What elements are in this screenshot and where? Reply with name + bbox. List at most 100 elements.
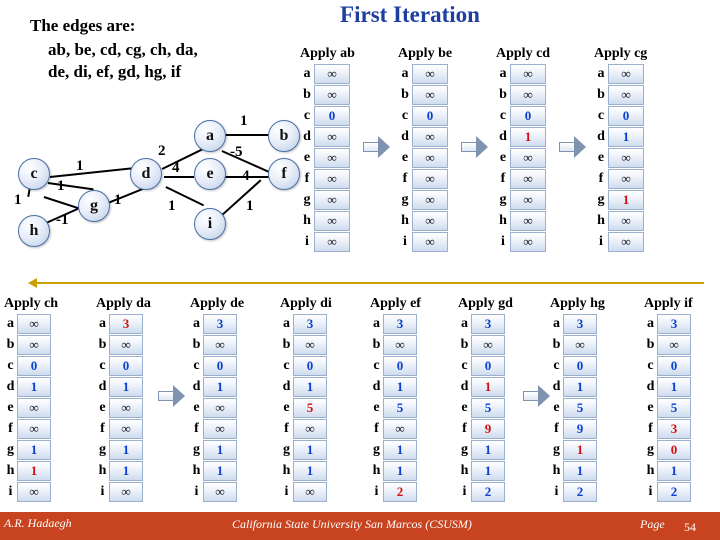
table-row: f ∞ xyxy=(496,168,550,189)
table-row: b ∞ xyxy=(280,334,332,355)
table-cell: ∞ xyxy=(608,147,644,168)
graph-node-label: i xyxy=(207,215,213,232)
table-cell: 5 xyxy=(471,397,505,418)
table-row: h1 xyxy=(550,460,605,481)
table-cell: 3 xyxy=(563,313,597,334)
table-row: a3 xyxy=(96,313,151,334)
table-cell: ∞ xyxy=(510,147,546,168)
table-cell: ∞ xyxy=(563,334,597,355)
row-label: d xyxy=(282,378,291,394)
row-label: g xyxy=(401,191,409,207)
table-cell: 1 xyxy=(608,126,644,147)
table-row: h ∞ xyxy=(496,210,550,231)
row-label: e xyxy=(461,399,468,415)
table-cell: ∞ xyxy=(109,397,143,418)
graph-node-label: a xyxy=(206,127,214,144)
row-label: i xyxy=(305,233,309,249)
table-cell: 1 xyxy=(293,376,327,397)
table-cell: ∞ xyxy=(412,147,448,168)
table-caption: Apply ch xyxy=(4,296,59,311)
table-apply-ch: Apply ch a ∞ b ∞ c0 d1 e ∞ f ∞ g1 h1 i ∞ xyxy=(4,296,58,502)
table-cell: ∞ xyxy=(17,418,51,439)
table-cell: 1 xyxy=(293,460,327,481)
table-cell: 1 xyxy=(471,376,505,397)
row-label: g xyxy=(99,441,106,457)
table-row: e5 xyxy=(458,397,513,418)
table-cell: 5 xyxy=(293,397,327,418)
table-apply-gd: Apply gd a3 b ∞ c0 d1 e5 f9 g1 h1 i2 xyxy=(458,296,513,502)
table-row: c0 xyxy=(594,105,647,126)
table-row: h1 xyxy=(370,460,421,481)
table-apply-hg: Apply hg a3 b ∞ c0 d1 e5 f9 g1 h1 i2 xyxy=(550,296,605,502)
table-row: c0 xyxy=(4,355,58,376)
edge-weight-ch: 1 xyxy=(57,178,65,194)
row-label: d xyxy=(499,128,507,144)
table-cell: ∞ xyxy=(383,418,417,439)
table-row: e5 xyxy=(644,397,693,418)
row-label: e xyxy=(401,149,409,165)
row-label: f xyxy=(402,170,408,186)
table-cell: 5 xyxy=(657,397,691,418)
row-label: b xyxy=(460,336,469,352)
table-cell: 9 xyxy=(563,418,597,439)
table-cell: ∞ xyxy=(203,334,237,355)
row-label: i xyxy=(462,483,467,499)
table-caption: Apply ef xyxy=(370,296,421,311)
table-row: i ∞ xyxy=(190,481,244,502)
row-label: i xyxy=(8,483,13,499)
table-cell: 3 xyxy=(383,313,417,334)
row-label: a xyxy=(303,65,311,81)
table-row: a3 xyxy=(370,313,421,334)
table-cell: ∞ xyxy=(293,334,327,355)
table-cell: ∞ xyxy=(510,63,546,84)
graph-node-b: b xyxy=(268,120,300,152)
table-row: e ∞ xyxy=(496,147,550,168)
table-cell: 1 xyxy=(657,376,691,397)
table-caption: Apply if xyxy=(644,296,693,311)
table-row: c0 xyxy=(458,355,513,376)
table-row: c0 xyxy=(644,355,693,376)
row-label: d xyxy=(646,378,655,394)
table-cell: ∞ xyxy=(412,231,448,252)
row-label: b xyxy=(499,86,507,102)
table-row: h1 xyxy=(4,460,58,481)
table-row: a3 xyxy=(644,313,693,334)
table-caption: Apply cg xyxy=(594,46,648,61)
row-label: d xyxy=(460,378,469,394)
table-cell: 2 xyxy=(383,481,417,502)
table-cell: 0 xyxy=(412,105,448,126)
table-row: g1 xyxy=(4,439,58,460)
row-label: a xyxy=(461,315,468,331)
row-label: b xyxy=(6,336,15,352)
table-row: d1 xyxy=(4,376,58,397)
table-row: f3 xyxy=(644,418,693,439)
transition-arrow-2 xyxy=(461,136,489,158)
table-cell: 5 xyxy=(383,397,417,418)
table-cell: ∞ xyxy=(314,84,350,105)
row-label: d xyxy=(401,128,409,144)
row-label: g xyxy=(553,441,560,457)
row-label: c xyxy=(283,357,290,373)
row-label: f xyxy=(462,420,467,436)
row-label: e xyxy=(553,399,560,415)
table-apply-da: Apply da a3 b ∞ c0 d1 e ∞ f ∞ g1 h1 i ∞ xyxy=(96,296,151,502)
table-cell: ∞ xyxy=(203,418,237,439)
table-row: f ∞ xyxy=(370,418,421,439)
transition-arrow-5 xyxy=(523,385,551,407)
table-row: b ∞ xyxy=(644,334,693,355)
row-label: g xyxy=(647,441,654,457)
row-label: g xyxy=(499,191,507,207)
table-row: a ∞ xyxy=(594,63,647,84)
row-label: h xyxy=(460,462,469,478)
table-row: d1 xyxy=(280,376,332,397)
table-cell: 1 xyxy=(471,460,505,481)
table-cell: 0 xyxy=(657,355,691,376)
table-cell: ∞ xyxy=(510,210,546,231)
row-label: f xyxy=(554,420,559,436)
table-apply-if: Apply if a3 b ∞ c0 d1 e5 f3 g0 h1 i2 xyxy=(644,296,693,502)
row-label: h xyxy=(597,212,605,228)
row-label: b xyxy=(646,336,655,352)
table-row: d1 xyxy=(370,376,421,397)
table-cell: 1 xyxy=(17,460,51,481)
table-row: a ∞ xyxy=(398,63,452,84)
